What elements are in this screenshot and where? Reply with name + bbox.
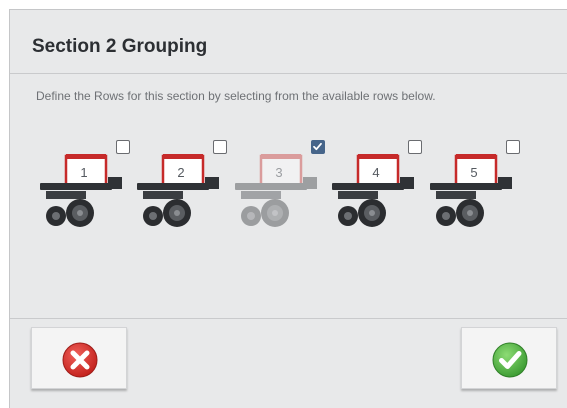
title-divider (10, 73, 567, 74)
row-unit-3[interactable]: 3 (235, 139, 325, 234)
row-number-label: 2 (177, 165, 185, 180)
row-number-label: 4 (372, 165, 380, 180)
row-unit-4[interactable]: 4 (332, 139, 422, 234)
row-checkbox[interactable] (408, 140, 422, 154)
dialog-instructions: Define the Rows for this section by sele… (36, 89, 436, 103)
row-number-label: 5 (470, 165, 478, 180)
confirm-button[interactable] (461, 327, 557, 389)
footer-divider (10, 318, 567, 319)
row-unit-2[interactable]: 2 (137, 139, 227, 234)
confirm-check-icon (492, 342, 528, 378)
row-selector: 1 2 3 4 5 (40, 139, 530, 239)
row-checkbox[interactable] (116, 140, 130, 154)
section-grouping-dialog: Section 2 Grouping Define the Rows for t… (9, 9, 567, 408)
row-unit-5[interactable]: 5 (430, 139, 520, 234)
row-checkbox[interactable] (213, 140, 227, 154)
row-number-label: 1 (80, 165, 88, 180)
checkmark-icon (313, 142, 322, 151)
cancel-button[interactable] (31, 327, 127, 389)
row-number-label: 3 (275, 165, 283, 180)
row-checkbox[interactable] (506, 140, 520, 154)
row-checkbox-checked[interactable] (311, 140, 325, 154)
row-unit-1[interactable]: 1 (40, 139, 130, 234)
dialog-title: Section 2 Grouping (32, 36, 208, 57)
cancel-x-icon (62, 342, 98, 378)
